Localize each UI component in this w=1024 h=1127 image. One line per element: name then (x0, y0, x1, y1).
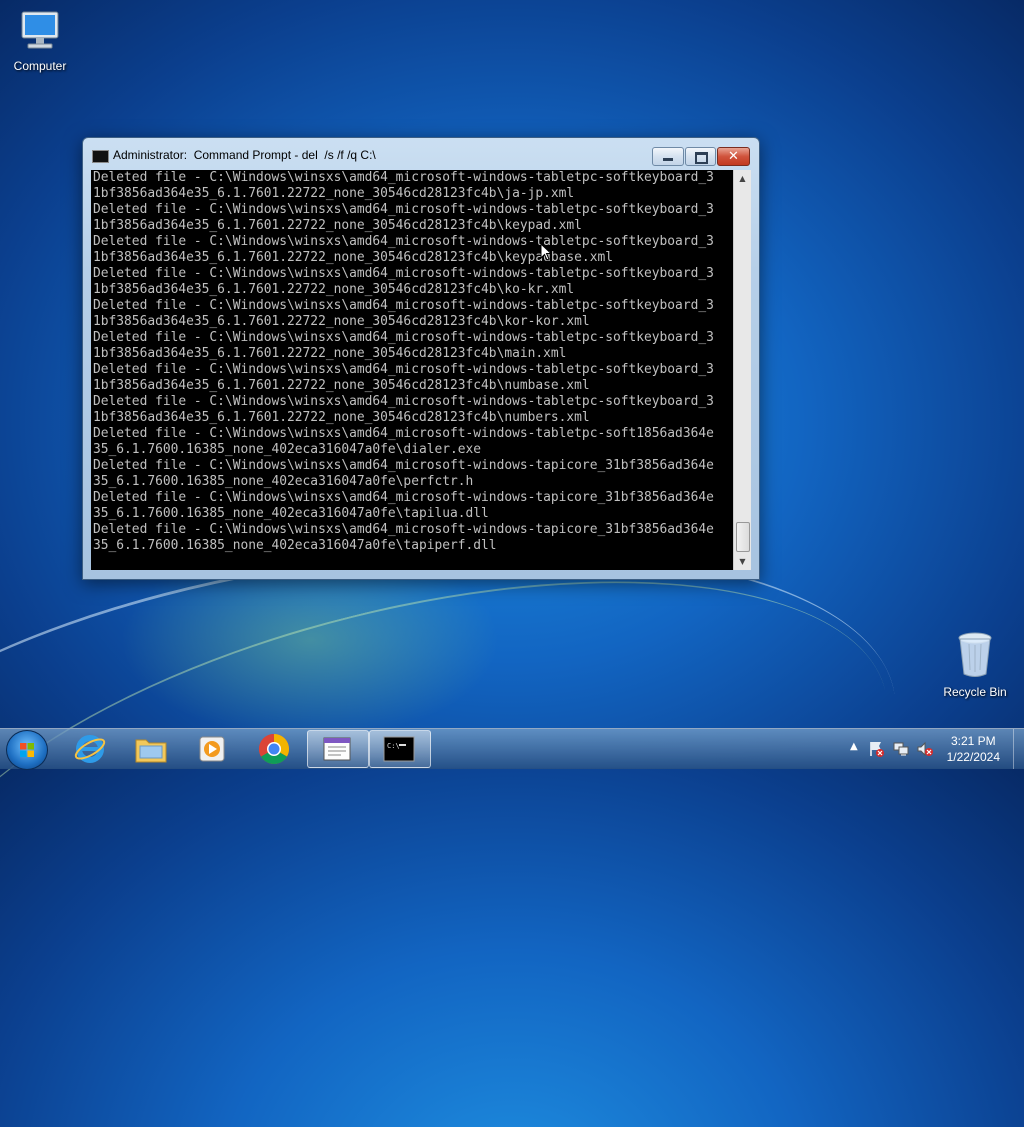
console-line: Deleted file - C:\Windows\winsxs\amd64_m… (93, 394, 714, 409)
taskbar-clock[interactable]: 3:21 PM 1/22/2024 (947, 733, 1000, 765)
cmd-icon (92, 150, 109, 163)
console-line: 35_6.1.7600.16385_none_402eca316047a0fe\… (93, 474, 474, 489)
title-bar[interactable]: Administrator: Command Prompt - del /s /… (83, 138, 759, 171)
console-line: Deleted file - C:\Windows\winsxs\amd64_m… (93, 234, 714, 249)
show-desktop-button[interactable] (1013, 729, 1024, 769)
action-center-flag-icon[interactable] (868, 740, 886, 758)
console-line: 1bf3856ad364e35_6.1.7601.22722_none_3054… (93, 250, 613, 265)
computer-icon (21, 11, 59, 49)
mouse-pointer-icon (540, 243, 552, 261)
console-line: 1bf3856ad364e35_6.1.7601.22722_none_3054… (93, 282, 575, 297)
console-line: 1bf3856ad364e35_6.1.7601.22722_none_3054… (93, 378, 590, 393)
console-line: 1bf3856ad364e35_6.1.7601.22722_none_3054… (93, 218, 582, 233)
network-icon[interactable] (892, 740, 910, 758)
console-line: Deleted file - C:\Windows\winsxs\amd64_m… (93, 202, 714, 217)
taskbar-media-player[interactable] (182, 730, 242, 766)
taskbar-notepad-window[interactable] (307, 730, 369, 768)
console-line: 1bf3856ad364e35_6.1.7601.22722_none_3054… (93, 346, 567, 361)
console-line: Deleted file - C:\Windows\winsxs\amd64_m… (93, 522, 714, 537)
vertical-scrollbar[interactable]: ▲ ▼ (733, 170, 751, 570)
taskbar-command-prompt[interactable]: C:\ (369, 730, 431, 768)
notepad-icon (323, 737, 351, 761)
console-line: 35_6.1.7600.16385_none_402eca316047a0fe\… (93, 442, 482, 457)
console-line: Deleted file - C:\Windows\winsxs\amd64_m… (93, 458, 714, 473)
window-title: Administrator: Command Prompt - del /s /… (113, 148, 376, 162)
taskbar-internet-explorer[interactable] (60, 730, 120, 766)
taskbar-windows-explorer[interactable] (121, 730, 181, 766)
close-button[interactable]: ✕ (717, 147, 750, 166)
desktop-icon-label: Recycle Bin (943, 685, 1007, 699)
ie-icon (74, 735, 106, 763)
system-tray: ▲ 3:21 PM 1/22/2024 (814, 729, 1014, 769)
cmd-icon: C:\ (383, 736, 415, 762)
chrome-icon (258, 734, 290, 765)
console-line: 35_6.1.7600.16385_none_402eca316047a0fe\… (93, 538, 497, 553)
console-line: Deleted file - C:\Windows\winsxs\amd64_m… (93, 170, 714, 185)
console-line: Deleted file - C:\Windows\winsxs\amd64_m… (93, 330, 714, 345)
console-line: Deleted file - C:\Windows\winsxs\amd64_m… (93, 266, 714, 281)
console-line: 1bf3856ad364e35_6.1.7601.22722_none_3054… (93, 410, 590, 425)
show-hidden-icons-icon[interactable]: ▲ (850, 741, 858, 752)
taskbar: C:\ ▲ 3:21 PM 1/22/2024 (0, 728, 1024, 770)
scroll-down-arrow-icon[interactable]: ▼ (734, 553, 751, 570)
minimize-button[interactable] (652, 147, 684, 166)
console-line: Deleted file - C:\Windows\winsxs\amd64_m… (93, 298, 714, 313)
desktop-icon-label: Computer (13, 59, 67, 73)
console-line: 35_6.1.7600.16385_none_402eca316047a0fe\… (93, 506, 489, 521)
clock-date: 1/22/2024 (946, 750, 1000, 764)
close-icon: ✕ (728, 149, 739, 164)
scrollbar-thumb[interactable] (736, 522, 750, 552)
taskbar-chrome[interactable] (244, 730, 304, 766)
maximize-button[interactable] (685, 147, 716, 166)
volume-muted-icon[interactable] (916, 740, 934, 758)
command-prompt-window[interactable]: Administrator: Command Prompt - del /s /… (82, 137, 760, 580)
console-line: Deleted file - C:\Windows\winsxs\amd64_m… (93, 490, 714, 505)
console-line: 1bf3856ad364e35_6.1.7601.22722_none_3054… (93, 186, 575, 201)
start-button[interactable] (6, 730, 48, 770)
console-line: Deleted file - C:\Windows\winsxs\amd64_m… (93, 426, 714, 441)
console-output[interactable]: Deleted file - C:\Windows\winsxs\amd64_m… (91, 170, 733, 570)
svg-text:C:\: C:\ (387, 742, 400, 750)
desktop-icon-recycle-bin[interactable]: Recycle Bin (935, 630, 1015, 699)
folder-icon (135, 739, 167, 763)
media-player-icon (199, 736, 225, 762)
recycle-bin-icon (958, 632, 992, 677)
wallpaper-swoosh-green (0, 495, 934, 1127)
console-line: Deleted file - C:\Windows\winsxs\amd64_m… (93, 362, 714, 377)
windows-logo-icon (20, 743, 34, 757)
desktop-icon-computer[interactable]: Computer (0, 8, 80, 73)
scroll-up-arrow-icon[interactable]: ▲ (734, 170, 751, 187)
clock-time: 3:21 PM (950, 734, 996, 748)
console-line: 1bf3856ad364e35_6.1.7601.22722_none_3054… (93, 314, 590, 329)
